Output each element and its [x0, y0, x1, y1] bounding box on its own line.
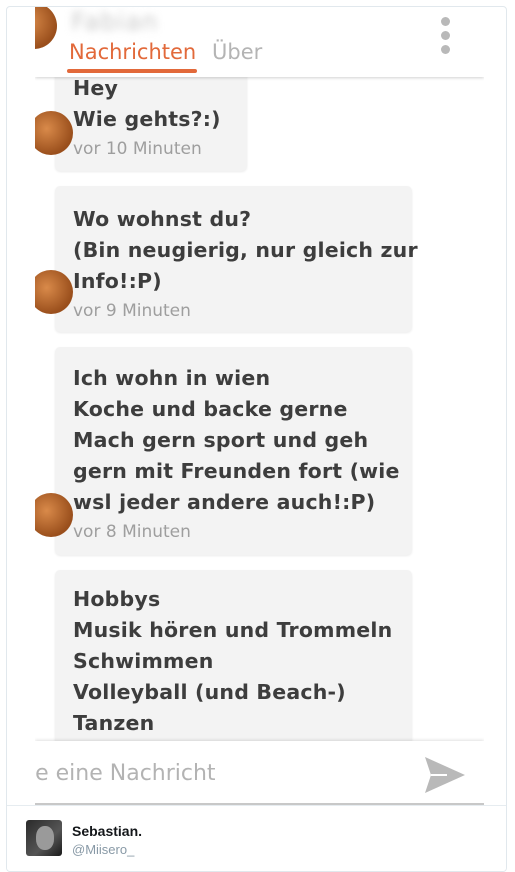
message-line: Koche und backe gerne [73, 397, 348, 421]
message-bubble: Wo wohnst du? (Bin neugierig, nur gleich… [35, 186, 418, 332]
more-vertical-icon [440, 17, 450, 26]
message-line: Wo wohnst du? [73, 207, 252, 231]
sender-avatar [35, 270, 73, 314]
message-timestamp: vor 9 Minuten [73, 301, 191, 321]
message-line: wsl jeder andere auch!:P) [73, 490, 376, 514]
tab-about[interactable]: Über [212, 40, 262, 64]
chat-screenshot: Hey Wie gehts?:) vor 10 Minuten Wo wohns… [35, 7, 484, 805]
tweet-card: Hey Wie gehts?:) vor 10 Minuten Wo wohns… [6, 6, 507, 872]
message-line: Musik hören und Trommeln [73, 618, 393, 642]
message-timestamp: vor 8 Minuten [73, 522, 191, 542]
send-icon [425, 757, 465, 793]
message-line: Tanzen [73, 711, 155, 735]
message-line: Hobbys [73, 587, 161, 611]
sender-avatar [35, 493, 73, 537]
message-line: Info!:P) [73, 269, 162, 293]
message-line: gern mit Freunden fort (wie [73, 459, 400, 483]
message-line: Ich wohn in wien [73, 366, 271, 390]
contact-name[interactable]: Fabian [71, 7, 158, 36]
message-input[interactable]: le eine Nachricht [35, 761, 409, 786]
tweet-author[interactable]: Sebastian. @Miisero_ [7, 805, 506, 871]
message-line: Schwimmen [73, 649, 214, 673]
more-options-button[interactable] [437, 17, 453, 61]
message-line: Hey [73, 76, 119, 100]
message-line: Volleyball (und Beach-) [73, 680, 346, 704]
message-timestamp: vor 10 Minuten [73, 139, 202, 159]
sender-avatar [35, 111, 73, 155]
message-bubble: Ich wohn in wien Koche und backe gerne M… [35, 347, 412, 555]
author-avatar[interactable] [26, 820, 62, 856]
send-button[interactable] [423, 755, 467, 795]
message-line: Wie gehts?:) [73, 107, 221, 131]
contact-avatar[interactable] [35, 7, 57, 49]
more-vertical-icon [440, 31, 450, 40]
message-line: Mach gern sport und geh [73, 428, 369, 452]
active-tab-indicator [67, 69, 197, 73]
compose-bar: le eine Nachricht [35, 741, 484, 805]
message-list[interactable]: Hey Wie gehts?:) vor 10 Minuten Wo wohns… [35, 7, 484, 805]
input-underline [35, 803, 484, 805]
author-name[interactable]: Sebastian. [72, 823, 142, 839]
message-line: (Bin neugierig, nur gleich zur [73, 238, 418, 262]
more-vertical-icon [440, 45, 450, 54]
chat-header: Fabian Nachrichten Über [35, 7, 484, 77]
author-handle[interactable]: @Miisero_ [72, 842, 134, 857]
tab-messages[interactable]: Nachrichten [69, 40, 196, 64]
